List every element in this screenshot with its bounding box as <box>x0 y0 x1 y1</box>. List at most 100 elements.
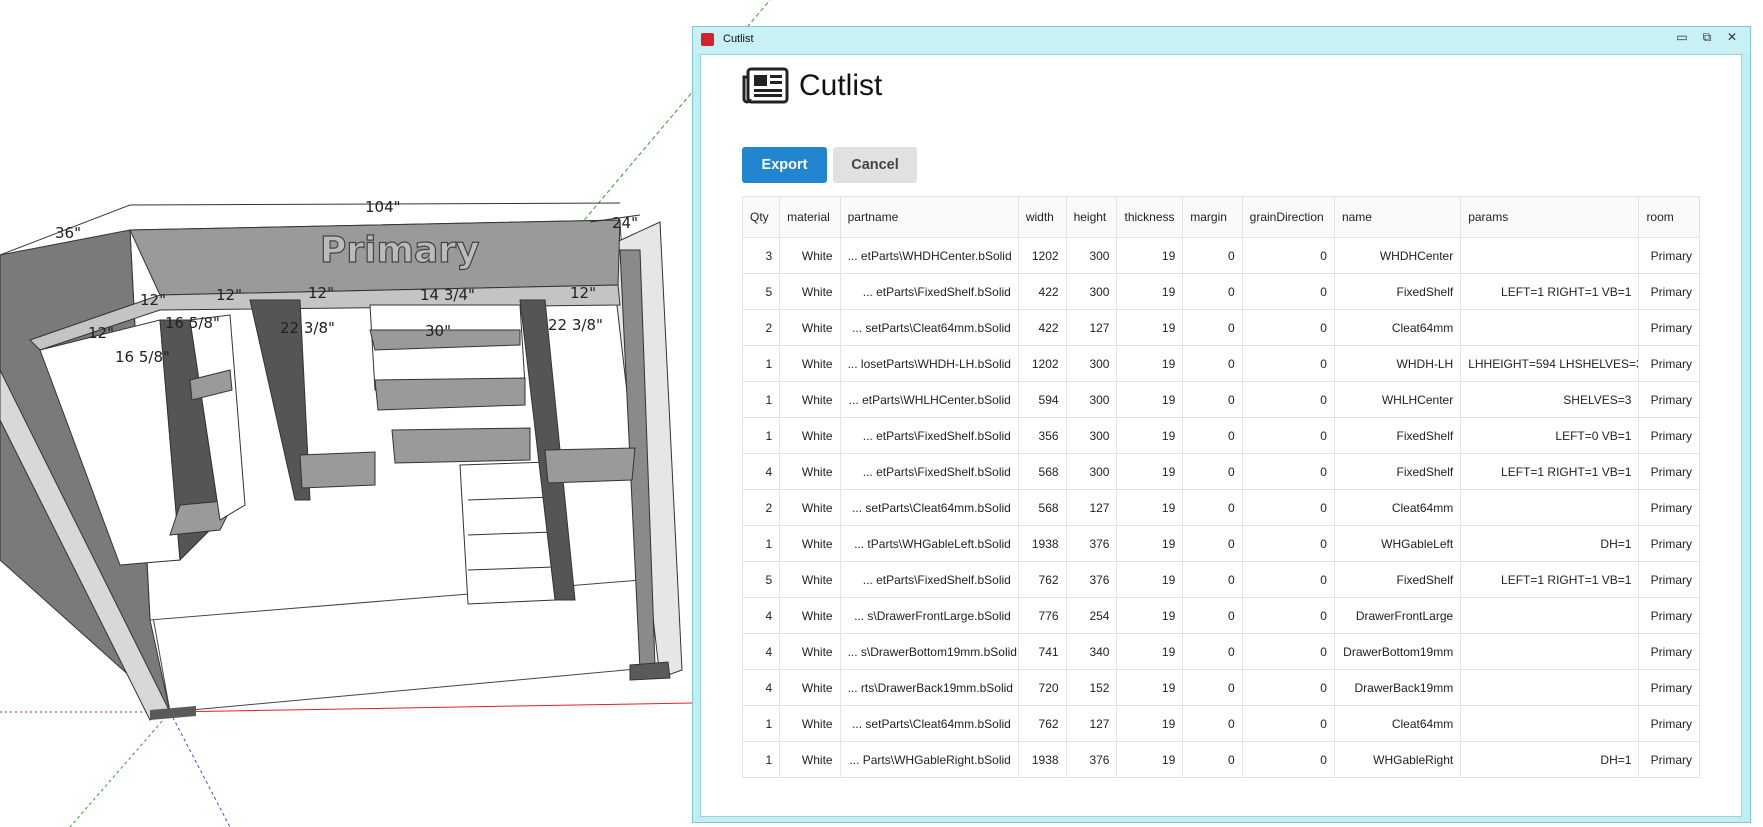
column-header-margin[interactable]: margin <box>1182 196 1243 238</box>
column-header-height[interactable]: height <box>1065 196 1118 238</box>
cell-name: FixedShelf <box>1333 417 1462 454</box>
cell-height: 127 <box>1065 705 1118 742</box>
cell-params <box>1460 597 1640 634</box>
cell-width: 741 <box>1017 633 1067 670</box>
cell-material: White <box>779 237 841 274</box>
cell-room: Primary <box>1638 633 1700 670</box>
right-tower-shelf <box>544 447 636 484</box>
cell-params: DH=1 <box>1460 525 1640 562</box>
cell-height: 300 <box>1065 273 1118 310</box>
cell-margin: 0 <box>1182 417 1243 454</box>
cell-name: DrawerFrontLarge <box>1333 597 1462 634</box>
dim-label: 14 3/4" <box>420 286 475 304</box>
cell-params: LEFT=1 RIGHT=1 VB=1 <box>1460 273 1640 310</box>
column-header-width[interactable]: width <box>1017 196 1067 238</box>
cell-partname: ... tParts\WHGableLeft.bSolid <box>839 525 1019 562</box>
right-wall-foot <box>629 661 671 681</box>
cell-partname: ... s\DrawerFrontLarge.bSolid <box>839 597 1019 634</box>
cell-room: Primary <box>1638 417 1700 454</box>
cell-margin: 0 <box>1182 633 1243 670</box>
column-header-material[interactable]: material <box>779 196 841 238</box>
page-header: Cutlist <box>741 63 882 109</box>
cell-height: 376 <box>1065 525 1118 562</box>
table-row[interactable]: 1 White... tParts\WHGableLeft.bSolid 1938 3… <box>741 525 1700 562</box>
cell-grain-direction: 0 <box>1241 345 1335 382</box>
table-row[interactable]: 1 White... losetParts\WHDH-LH.bSolid 1202 3… <box>741 345 1700 382</box>
cell-grain-direction: 0 <box>1241 633 1335 670</box>
cell-material: White <box>779 309 841 346</box>
export-button[interactable]: Export <box>742 147 827 183</box>
minimize-icon[interactable]: ▭ <box>1668 27 1696 47</box>
column-header-params[interactable]: params <box>1460 196 1640 238</box>
cell-partname: ... setParts\Cleat64mm.bSolid <box>839 489 1019 526</box>
column-header-name[interactable]: name <box>1333 196 1462 238</box>
cell-material: White <box>779 669 841 706</box>
cell-thickness: 19 <box>1116 345 1184 382</box>
table-row[interactable]: 4 White... s\DrawerFrontLarge.bSolid 776 25… <box>741 597 1700 634</box>
dim-label: 22 3/8" <box>280 319 335 337</box>
cell-margin: 0 <box>1182 273 1243 310</box>
cell-qty: 1 <box>741 741 781 778</box>
cell-thickness: 19 <box>1116 705 1184 742</box>
table-row[interactable]: 1 White... etParts\WHLHCenter.bSolid 594 30… <box>741 381 1700 418</box>
table-row[interactable]: 2 White... setParts\Cleat64mm.bSolid 568 12… <box>741 489 1700 526</box>
table-row[interactable]: 4 White... rts\DrawerBack19mm.bSolid 720 15… <box>741 669 1700 706</box>
cell-name: FixedShelf <box>1333 453 1462 490</box>
table-row[interactable]: 3 White... etParts\WHDHCenter.bSolid 1202 3… <box>741 237 1700 274</box>
cell-qty: 4 <box>741 669 781 706</box>
dim-label: 12" <box>140 291 166 309</box>
cell-params: LEFT=0 VB=1 <box>1460 417 1640 454</box>
cell-material: White <box>779 705 841 742</box>
cell-room: Primary <box>1638 273 1700 310</box>
table-row[interactable]: 1 White... setParts\Cleat64mm.bSolid 762 12… <box>741 705 1700 742</box>
cell-params: LEFT=1 RIGHT=1 VB=1 <box>1460 453 1640 490</box>
drawer-tower-shelf-2 <box>374 377 526 411</box>
cell-name: FixedShelf <box>1333 273 1462 310</box>
cell-width: 762 <box>1017 561 1067 598</box>
cell-width: 776 <box>1017 597 1067 634</box>
sketchup-app-icon <box>701 33 714 46</box>
table-body: 3 White... etParts\WHDHCenter.bSolid 1202 3… <box>741 237 1700 778</box>
cell-room: Primary <box>1638 489 1700 526</box>
cell-params <box>1460 633 1640 670</box>
column-header-room[interactable]: room <box>1638 196 1700 238</box>
cell-material: White <box>779 489 841 526</box>
cell-width: 1202 <box>1017 345 1067 382</box>
column-header-qty[interactable]: Qty <box>741 196 781 238</box>
cell-room: Primary <box>1638 669 1700 706</box>
cell-height: 300 <box>1065 417 1118 454</box>
cell-qty: 4 <box>741 597 781 634</box>
column-header-grain-direction[interactable]: grainDirection <box>1241 196 1335 238</box>
cell-params: SHELVES=3 <box>1460 381 1640 418</box>
column-header-thickness[interactable]: thickness <box>1116 196 1184 238</box>
close-icon[interactable]: ✕ <box>1718 27 1746 47</box>
table-row[interactable]: 4 White... etParts\FixedShelf.bSolid 568 30… <box>741 453 1700 490</box>
cell-qty: 1 <box>741 705 781 742</box>
table-row[interactable]: 1 White... Parts\WHGableRight.bSolid 1938 3… <box>741 741 1700 778</box>
cell-name: FixedShelf <box>1333 561 1462 598</box>
cell-material: White <box>779 597 841 634</box>
table-row[interactable]: 4 White... s\DrawerBottom19mm.bSolid 741 34… <box>741 633 1700 670</box>
dim-label: 104" <box>365 198 401 216</box>
cell-qty: 4 <box>741 453 781 490</box>
table-row[interactable]: 2 White... setParts\Cleat64mm.bSolid 422 12… <box>741 309 1700 346</box>
column-header-partname[interactable]: partname <box>839 196 1019 238</box>
cell-width: 356 <box>1017 417 1067 454</box>
dialog-content: Cutlist Export Cancel Qty material partn… <box>700 54 1742 817</box>
cell-grain-direction: 0 <box>1241 273 1335 310</box>
dim-label: 12" <box>308 284 334 302</box>
table-row[interactable]: 5 White... etParts\FixedShelf.bSolid 762 37… <box>741 561 1700 598</box>
table-row[interactable]: 1 White... etParts\FixedShelf.bSolid 356 30… <box>741 417 1700 454</box>
table-row[interactable]: 5 White... etParts\FixedShelf.bSolid 422 30… <box>741 273 1700 310</box>
cell-name: WHGableRight <box>1333 741 1462 778</box>
window-title: Cutlist <box>723 33 754 45</box>
cell-partname: ... losetParts\WHDH-LH.bSolid <box>839 345 1019 382</box>
cell-name: DrawerBottom19mm <box>1333 633 1462 670</box>
maximize-icon[interactable]: ⧉ <box>1693 27 1721 47</box>
title-bar[interactable]: Cutlist ▭ ⧉ ✕ <box>693 27 1750 53</box>
cell-height: 127 <box>1065 309 1118 346</box>
cancel-button[interactable]: Cancel <box>833 147 917 183</box>
cell-qty: 1 <box>741 417 781 454</box>
cell-params: LEFT=1 RIGHT=1 VB=1 <box>1460 561 1640 598</box>
cell-qty: 1 <box>741 345 781 382</box>
